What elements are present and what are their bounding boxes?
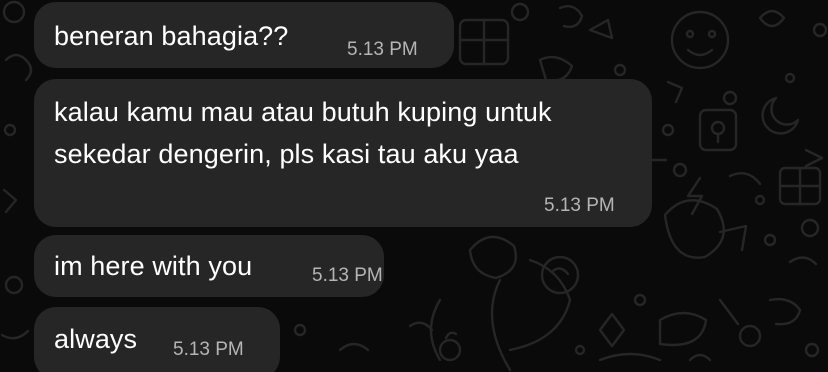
message-timestamp: 5.13 PM	[312, 265, 383, 286]
message-text: always	[54, 324, 138, 354]
message-timestamp: 5.13 PM	[347, 39, 418, 60]
message-text: im here with you	[54, 251, 253, 281]
message-bubble[interactable]: im here with you 5.13 PM	[34, 235, 384, 297]
message-bubble[interactable]: kalau kamu mau atau butuh kuping untuk s…	[34, 79, 652, 227]
message-timestamp: 5.13 PM	[544, 195, 615, 216]
message-text: kalau kamu mau atau butuh kuping untuk s…	[54, 97, 552, 169]
message-text: beneran bahagia??	[54, 21, 289, 51]
chat-view[interactable]: beneran bahagia?? 5.13 PM kalau kamu mau…	[0, 0, 828, 372]
message-bubble[interactable]: beneran bahagia?? 5.13 PM	[34, 2, 454, 68]
message-timestamp: 5.13 PM	[173, 339, 244, 360]
message-bubble[interactable]: always 5.13 PM	[34, 307, 280, 372]
